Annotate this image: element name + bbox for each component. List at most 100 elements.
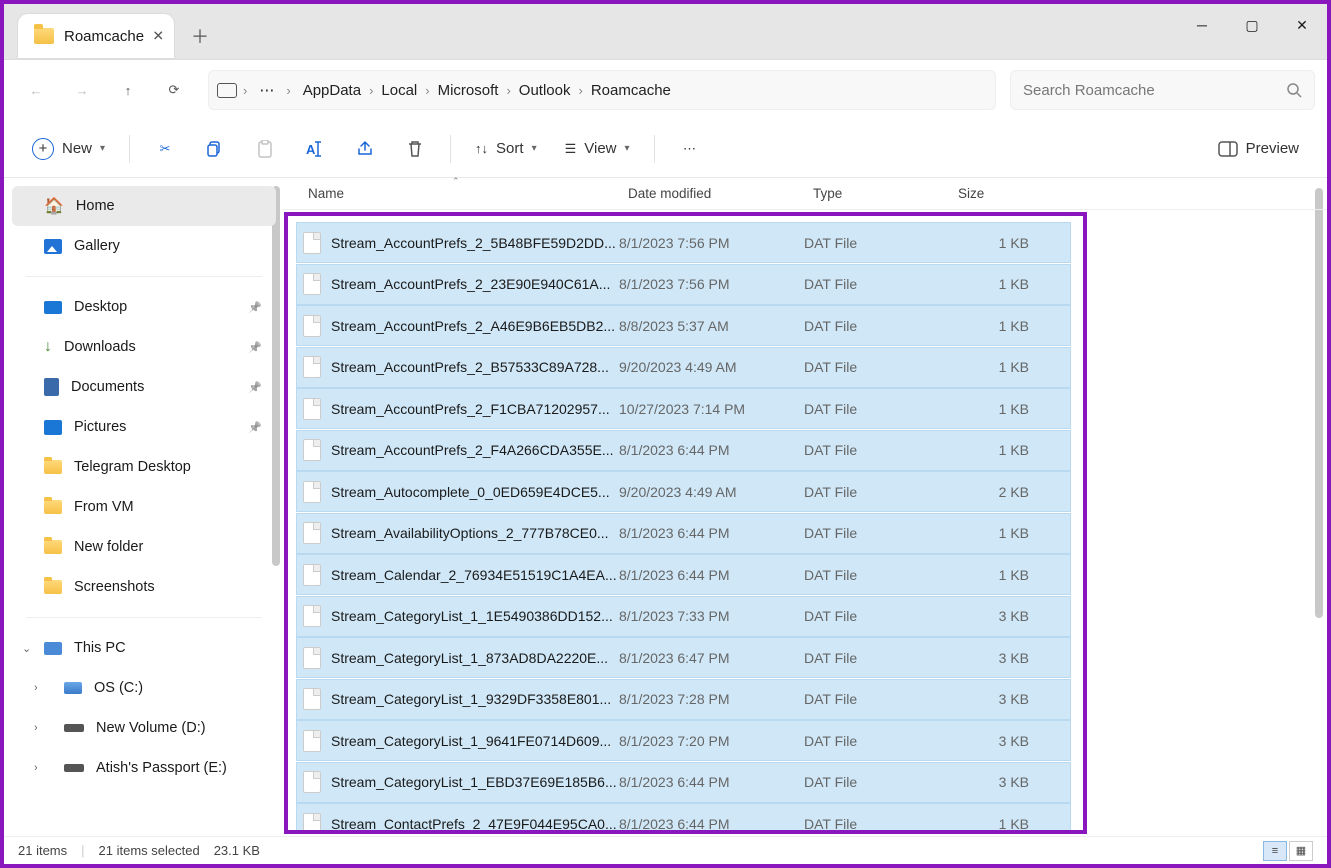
sort-button[interactable]: ↑↓ Sort ▾ <box>465 130 547 168</box>
sidebar-item-telegram-desktop[interactable]: Telegram Desktop <box>12 447 276 487</box>
file-name: Stream_AccountPrefs_2_B57533C89A728... <box>331 359 619 375</box>
column-name[interactable]: Name <box>300 186 620 201</box>
file-row[interactable]: Stream_AvailabilityOptions_2_777B78CE0..… <box>296 513 1071 554</box>
file-row[interactable]: Stream_CategoryList_1_1E5490386DD152...8… <box>296 596 1071 637</box>
column-date[interactable]: Date modified <box>620 186 805 201</box>
folder-icon <box>44 460 62 474</box>
sidebar-drive[interactable]: ›New Volume (D:) <box>12 708 276 748</box>
file-row[interactable]: Stream_AccountPrefs_2_F1CBA71202957...10… <box>296 388 1071 429</box>
chevron-right-icon[interactable]: › <box>577 83 585 98</box>
chevron-right-icon[interactable]: › <box>284 83 292 98</box>
sidebar-item-screenshots[interactable]: Screenshots <box>12 567 276 607</box>
file-icon <box>303 398 321 420</box>
file-name: Stream_ContactPrefs_2_47E9F044E95CA0... <box>331 816 619 832</box>
folder-icon <box>44 500 62 514</box>
chevron-right-icon[interactable]: › <box>34 762 38 774</box>
file-date: 8/1/2023 6:47 PM <box>619 650 804 666</box>
file-row[interactable]: Stream_CategoryList_1_9329DF3358E801...8… <box>296 679 1071 720</box>
file-type: DAT File <box>804 774 949 790</box>
ellipsis-icon[interactable]: ⋯ <box>253 77 280 103</box>
active-tab[interactable]: Roamcache ✕ <box>18 14 174 58</box>
file-row[interactable]: Stream_Autocomplete_0_0ED659E4DCE5...9/2… <box>296 471 1071 512</box>
new-tab-button[interactable]: ＋ <box>184 20 216 52</box>
paste-button[interactable] <box>244 130 286 168</box>
file-size: 1 KB <box>949 401 1029 417</box>
pic-icon <box>44 420 62 435</box>
file-name: Stream_AccountPrefs_2_F4A266CDA355E... <box>331 442 619 458</box>
folder-icon <box>34 28 54 44</box>
file-size: 1 KB <box>949 567 1029 583</box>
close-tab-icon[interactable]: ✕ <box>152 28 164 45</box>
breadcrumb-appdata[interactable]: AppData <box>297 78 367 103</box>
file-size: 1 KB <box>949 816 1029 832</box>
sidebar-item-pictures[interactable]: Pictures📌 <box>12 407 276 447</box>
file-date: 9/20/2023 4:49 AM <box>619 484 804 500</box>
file-row[interactable]: Stream_CategoryList_1_873AD8DA2220E...8/… <box>296 637 1071 678</box>
thumbnails-view-button[interactable]: ▦ <box>1289 841 1313 861</box>
sidebar-item-desktop[interactable]: Desktop📌 <box>12 287 276 327</box>
minimize-button[interactable]: ─ <box>1177 4 1227 46</box>
file-row[interactable]: Stream_AccountPrefs_2_A46E9B6EB5DB2...8/… <box>296 305 1071 346</box>
close-window-button[interactable]: ✕ <box>1277 4 1327 46</box>
dl-icon: ↓ <box>44 338 52 356</box>
file-date: 8/1/2023 6:44 PM <box>619 525 804 541</box>
back-button[interactable]: ← <box>16 70 56 110</box>
new-button[interactable]: + New ▾ <box>22 130 115 168</box>
file-row[interactable]: Stream_AccountPrefs_2_23E90E940C61A...8/… <box>296 264 1071 305</box>
filepane-scrollbar[interactable] <box>1315 188 1323 618</box>
details-view-button[interactable]: ≡ <box>1263 841 1287 861</box>
cut-button[interactable]: ✂ <box>144 130 186 168</box>
pin-icon: 📌 <box>248 421 262 434</box>
sidebar-item-gallery[interactable]: Gallery <box>12 226 276 266</box>
sidebar-item-new-folder[interactable]: New folder <box>12 527 276 567</box>
search-input[interactable]: Search Roamcache <box>1010 70 1315 110</box>
view-button[interactable]: ☰ View ▾ <box>555 130 640 168</box>
file-icon <box>303 564 321 586</box>
breadcrumb-outlook[interactable]: Outlook <box>513 78 577 103</box>
rename-button[interactable]: A <box>294 130 336 168</box>
chevron-down-icon: ▾ <box>625 143 630 154</box>
chevron-right-icon[interactable]: › <box>34 722 38 734</box>
chevron-down-icon[interactable]: ⌄ <box>22 642 31 655</box>
file-row[interactable]: Stream_Calendar_2_76934E51519C1A4EA...8/… <box>296 554 1071 595</box>
sidebar-drive[interactable]: ›OS (C:) <box>12 668 276 708</box>
up-button[interactable]: ↑ <box>108 70 148 110</box>
share-button[interactable] <box>344 130 386 168</box>
more-button[interactable]: ⋯ <box>669 130 711 168</box>
file-row[interactable]: Stream_AccountPrefs_2_B57533C89A728...9/… <box>296 347 1071 388</box>
column-size[interactable]: Size <box>950 186 1045 201</box>
file-size: 1 KB <box>949 318 1029 334</box>
copy-button[interactable] <box>194 130 236 168</box>
file-icon <box>303 647 321 669</box>
sidebar-drive[interactable]: ›Atish's Passport (E:) <box>12 748 276 788</box>
forward-button[interactable]: → <box>62 70 102 110</box>
breadcrumb-roamcache[interactable]: Roamcache <box>585 78 677 103</box>
file-type: DAT File <box>804 401 949 417</box>
file-row[interactable]: Stream_CategoryList_1_9641FE0714D609...8… <box>296 720 1071 761</box>
chevron-right-icon[interactable]: › <box>504 83 512 98</box>
breadcrumb-local[interactable]: Local <box>375 78 423 103</box>
sidebar-item-thispc[interactable]: ⌄ This PC <box>12 628 276 668</box>
chevron-right-icon[interactable]: › <box>34 682 38 694</box>
column-type[interactable]: Type <box>805 186 950 201</box>
file-size: 1 KB <box>949 276 1029 292</box>
address-bar[interactable]: › ⋯ › AppData›Local›Microsoft›Outlook›Ro… <box>208 70 996 110</box>
chevron-right-icon[interactable]: › <box>241 83 249 98</box>
file-row[interactable]: Stream_AccountPrefs_2_5B48BFE59D2DD...8/… <box>296 222 1071 263</box>
sidebar-item-home[interactable]: 🏠 Home <box>12 186 276 226</box>
file-row[interactable]: Stream_AccountPrefs_2_F4A266CDA355E...8/… <box>296 430 1071 471</box>
rename-icon: A <box>305 140 325 158</box>
sidebar-item-from-vm[interactable]: From VM <box>12 487 276 527</box>
delete-button[interactable] <box>394 130 436 168</box>
refresh-button[interactable]: ⟳ <box>154 70 194 110</box>
file-date: 8/1/2023 6:44 PM <box>619 567 804 583</box>
sidebar-item-documents[interactable]: Documents📌 <box>12 367 276 407</box>
sidebar-item-downloads[interactable]: ↓Downloads📌 <box>12 327 276 367</box>
file-row[interactable]: Stream_CategoryList_1_EBD37E69E185B6...8… <box>296 762 1071 803</box>
preview-button[interactable]: Preview <box>1208 130 1309 168</box>
breadcrumb-microsoft[interactable]: Microsoft <box>432 78 505 103</box>
plus-circle-icon: + <box>32 138 54 160</box>
maximize-button[interactable]: ▢ <box>1227 4 1277 46</box>
file-row[interactable]: Stream_ContactPrefs_2_47E9F044E95CA0...8… <box>296 803 1071 834</box>
chevron-right-icon[interactable]: › <box>423 83 431 98</box>
